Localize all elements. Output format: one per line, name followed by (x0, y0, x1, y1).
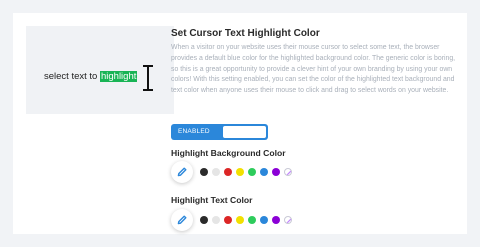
text-swatch-purple[interactable] (272, 216, 280, 224)
no-color-icon[interactable] (284, 168, 292, 176)
bg-swatch-purple[interactable] (272, 168, 280, 176)
bg-swatch-yellow[interactable] (236, 168, 244, 176)
text-swatch-blue[interactable] (260, 216, 268, 224)
setting-description: When a visitor on your website uses thei… (171, 44, 456, 95)
background-color-label: Highlight Background Color (171, 148, 286, 158)
setting-title: Set Cursor Text Highlight Color (171, 28, 320, 39)
bg-swatch-black[interactable] (200, 168, 208, 176)
preview-text: select text to highlight (44, 71, 138, 82)
no-color-icon[interactable] (284, 216, 292, 224)
text-color-picker (171, 209, 301, 231)
highlight-preview: select text to highlight (26, 26, 174, 114)
text-cursor-icon (143, 65, 153, 91)
text-color-label: Highlight Text Color (171, 195, 253, 205)
enable-toggle[interactable]: ENABLED (171, 124, 268, 140)
text-swatch-green[interactable] (248, 216, 256, 224)
eyedropper-icon[interactable] (171, 209, 193, 231)
settings-card: select text to highlight Set Cursor Text… (13, 13, 467, 234)
background-color-picker (171, 161, 301, 183)
text-swatch-yellow[interactable] (236, 216, 244, 224)
bg-swatch-blue[interactable] (260, 168, 268, 176)
text-swatch-red[interactable] (224, 216, 232, 224)
bg-swatch-red[interactable] (224, 168, 232, 176)
preview-plain-text: select text to (44, 71, 100, 82)
bg-swatch-light-gray[interactable] (212, 168, 220, 176)
eyedropper-icon[interactable] (171, 161, 193, 183)
text-swatch-black[interactable] (200, 216, 208, 224)
toggle-label: ENABLED (178, 128, 210, 135)
toggle-knob (223, 126, 266, 138)
bg-swatch-green[interactable] (248, 168, 256, 176)
preview-highlighted-text: highlight (99, 71, 138, 82)
text-swatch-light-gray[interactable] (212, 216, 220, 224)
